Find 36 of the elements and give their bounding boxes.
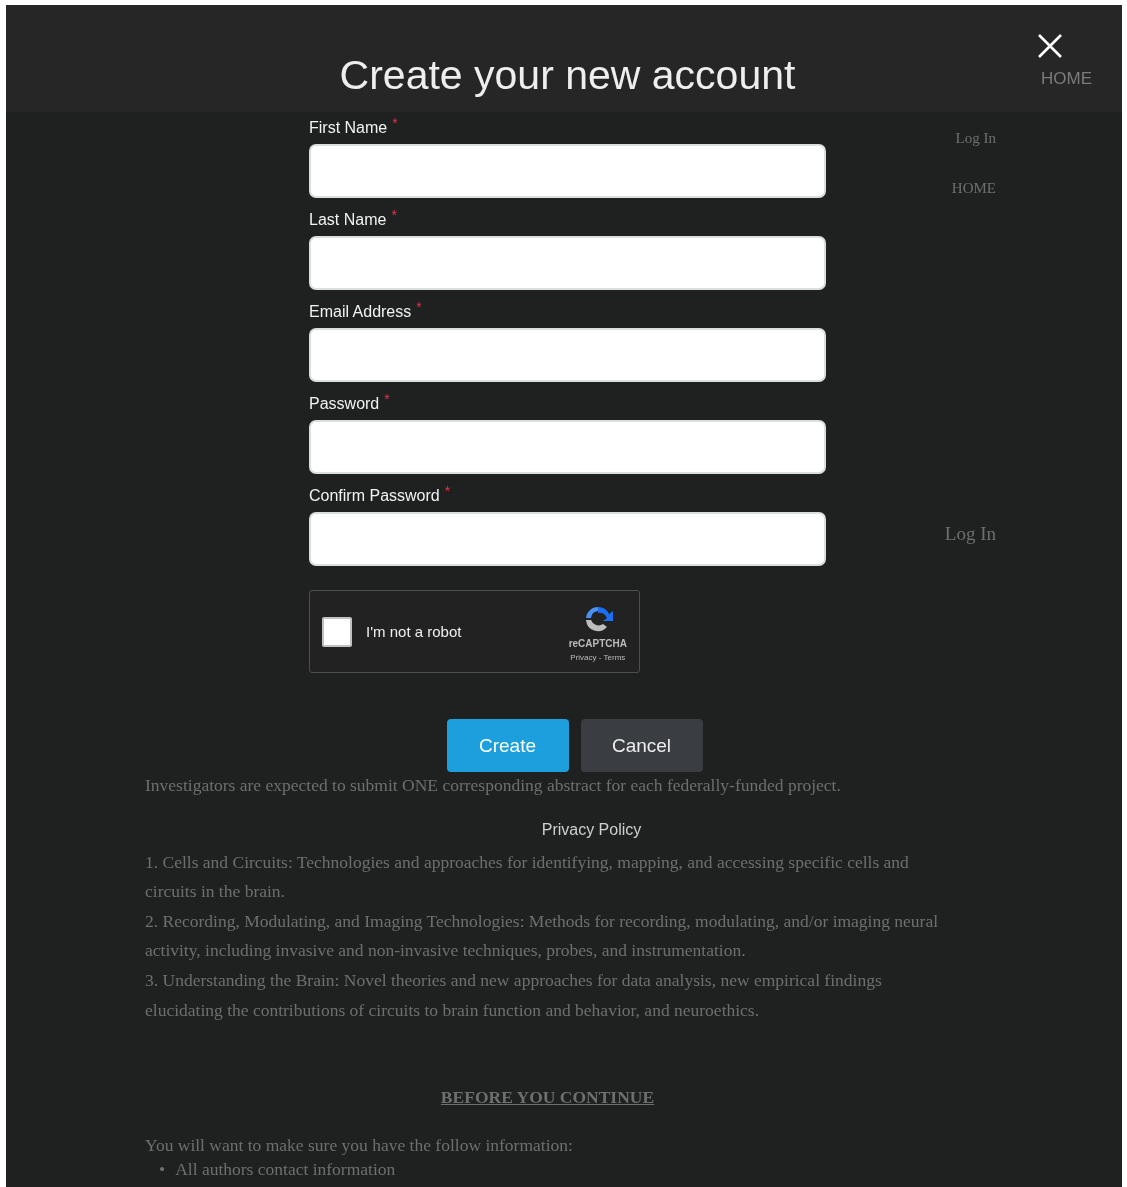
field-label: Confirm Password <box>309 488 440 504</box>
intro-text: You will want to make sure you have the follow information: <box>145 1133 574 1157</box>
captcha-label: I'm not a robot <box>366 623 463 640</box>
field-label: Email Address <box>309 304 412 320</box>
cancel-button[interactable]: Cancel <box>580 719 703 772</box>
required-mark: * <box>444 483 451 499</box>
input-field[interactable] <box>309 328 826 382</box>
research-area-text: 1. Cells and Circuits: Technologies and approaches for identifying, mapping, and accessing specific cells and circuits in the brain. <box>145 850 910 904</box>
required-mark: * <box>416 299 422 315</box>
input-field[interactable] <box>309 144 826 198</box>
checklist-item: All authors contact information <box>175 1160 396 1180</box>
required-mark: * <box>392 115 398 131</box>
required-mark: * <box>384 391 390 407</box>
field-label: Password <box>309 396 380 412</box>
create-button[interactable]: Create <box>446 719 569 772</box>
field-label: Last Name <box>309 212 387 228</box>
dialog-title: Create your new account <box>338 52 797 98</box>
required-mark: * <box>391 207 397 223</box>
nav-link[interactable]: Log In <box>955 130 996 147</box>
research-area-text: 3. Understanding the Brain: Novel theories and new approaches for data analysis, new empirical findings elucidating the contributions of circuits to brain function and behavior, and neuroethics. <box>145 968 883 1022</box>
close-icon[interactable] <box>1037 33 1063 59</box>
nav-link[interactable]: HOME <box>1041 69 1092 89</box>
nav-link[interactable]: HOME <box>951 180 996 197</box>
bullet-marker: • <box>159 1160 166 1180</box>
captcha-links[interactable]: Privacy - Terms <box>570 653 626 662</box>
field-label: First Name <box>309 120 388 136</box>
input-field[interactable] <box>309 512 826 566</box>
captcha-checkbox[interactable] <box>322 616 352 647</box>
section-heading: BEFORE YOU CONTINUE <box>440 1087 655 1108</box>
captcha-brand: reCAPTCHA <box>568 638 627 649</box>
login-link[interactable]: Log In <box>944 523 996 545</box>
paragraph-line: Investigators are expected to submit ONE corresponding abstract for each federally-funded project. <box>145 774 842 797</box>
research-area-text: 2. Recording, Modulating, and Imaging Technologies: Methods for recording, modulating, and/or imaging neural activity, including invasive and non-invasive techniques, probes, and instrumentation. <box>145 909 940 963</box>
input-field[interactable] <box>309 236 826 290</box>
input-field[interactable] <box>309 420 826 474</box>
privacy-policy-link[interactable]: Privacy Policy <box>541 821 642 839</box>
